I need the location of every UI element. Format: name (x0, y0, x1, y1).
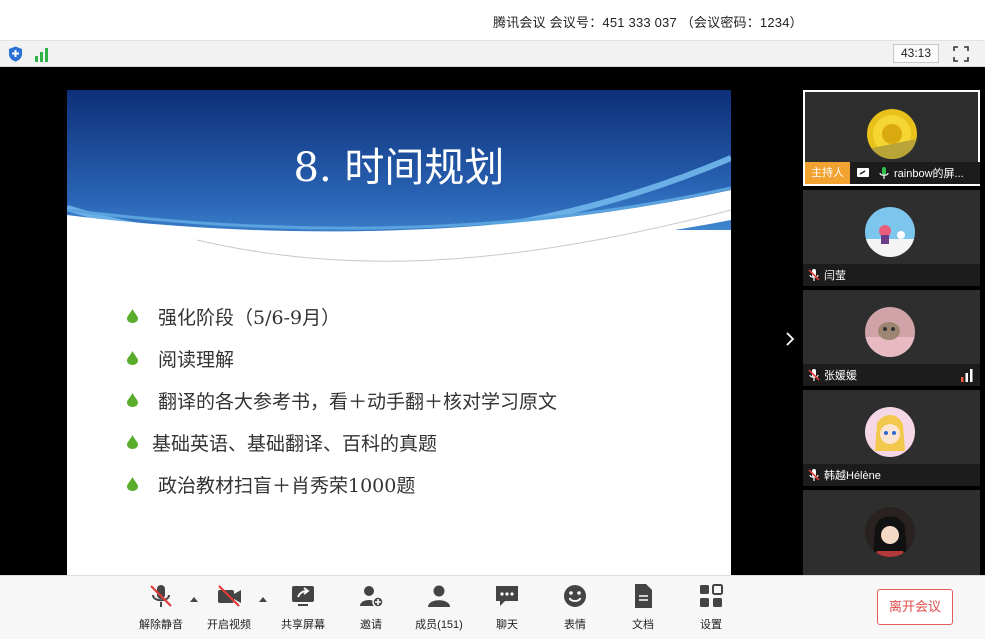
start-video-button[interactable]: 开启视频 (197, 582, 261, 632)
invite-button[interactable]: 邀请 (339, 582, 403, 632)
members-icon (428, 585, 450, 607)
slide-bullet-list: 强化阶段（5/6-9月） 阅读理解 翻译的各大参考书，看＋动手翻＋核对学习原文 … (127, 295, 557, 505)
microphone-muted-icon (150, 585, 172, 607)
avatar (865, 207, 915, 257)
main-stage: 8. 时间规划 强化阶段（5/6-9月） 阅读理解 翻译的各大参考书，看＋动手翻… (0, 67, 985, 575)
bullet-drop-icon (127, 435, 138, 449)
bullet-drop-icon (127, 309, 138, 323)
docs-button[interactable]: 文档 (611, 582, 675, 632)
members-label: 成员(151) (415, 619, 463, 631)
unmute-button[interactable]: 解除静音 (129, 582, 193, 632)
avatar (865, 407, 915, 457)
share-screen-button[interactable]: 共享屏幕 (271, 582, 335, 632)
network-quality-icon (961, 369, 973, 382)
share-screen-icon (292, 586, 314, 606)
reactions-button[interactable]: 表情 (543, 582, 607, 632)
chat-button[interactable]: 聊天 (475, 582, 539, 632)
chat-icon (496, 586, 518, 606)
microphone-icon (879, 167, 889, 179)
bullet-drop-icon (127, 351, 138, 365)
bullet-drop-icon (127, 477, 138, 491)
network-signal-icon[interactable] (34, 46, 52, 62)
participant-nameplate: 张媛媛 (803, 364, 980, 386)
bullet-text: 翻译的各大参考书，看＋动手翻＋核对学习原文 (158, 390, 558, 413)
slide-bullet: 阅读理解 (127, 337, 557, 379)
start-video-label: 开启视频 (207, 619, 251, 631)
participant-tile[interactable]: 张媛媛 (803, 290, 980, 386)
participant-tile[interactable]: 主持人 rainbow的屏... (803, 90, 980, 186)
bullet-text: 政治教材扫盲＋肖秀荣1000题 (158, 474, 416, 497)
document-icon (635, 584, 652, 608)
avatar (865, 307, 915, 357)
participant-nameplate: 闫莹 (803, 264, 980, 286)
reactions-label: 表情 (564, 619, 586, 631)
shared-slide: 8. 时间规划 强化阶段（5/6-9月） 阅读理解 翻译的各大参考书，看＋动手翻… (67, 90, 731, 575)
participant-panel[interactable]: 主持人 rainbow的屏... 闫莹 张媛媛 韩越Hélène (803, 90, 980, 575)
bullet-text: 强化阶段（5/6-9月） (158, 306, 341, 329)
participant-nameplate: 主持人 rainbow的屏... (805, 162, 980, 184)
bullet-text: 基础英语、基础翻译、百科的真题 (152, 432, 438, 455)
slide-title: 8. 时间规划 (293, 145, 505, 191)
slide-bullet: 翻译的各大参考书，看＋动手翻＋核对学习原文 (127, 379, 557, 421)
avatar (865, 507, 915, 557)
settings-label: 设置 (700, 619, 722, 631)
settings-button[interactable]: 设置 (679, 582, 743, 632)
chevron-right-icon[interactable] (783, 330, 797, 348)
host-badge: 主持人 (805, 162, 850, 184)
meeting-toolbar: 解除静音 开启视频 共享屏幕 邀请 成员(151) 聊天 表情 文档 设置 离开… (0, 575, 985, 639)
bullet-text: 阅读理解 (158, 348, 235, 371)
slide-bullet: 政治教材扫盲＋肖秀荣1000题 (127, 463, 557, 505)
meeting-timer: 43:13 (893, 44, 939, 63)
title-bar: 腾讯会议 会议号：451 333 037 （会议密码：1234） (0, 0, 985, 41)
smiley-icon (564, 585, 586, 607)
chat-label: 聊天 (496, 619, 518, 631)
slide-bullet: 基础英语、基础翻译、百科的真题 (127, 421, 557, 463)
fullscreen-icon[interactable] (953, 46, 969, 62)
invite-label: 邀请 (360, 619, 382, 631)
participant-tile[interactable] (803, 490, 980, 575)
participant-nameplate: 韩越Hélène (803, 464, 980, 486)
screen-share-icon (857, 168, 869, 177)
avatar (867, 109, 917, 159)
grid-settings-icon (700, 584, 723, 607)
participant-tile[interactable]: 韩越Hélène (803, 390, 980, 486)
video-off-icon (218, 585, 241, 607)
security-shield-icon[interactable] (8, 46, 23, 62)
status-bar: 43:13 (0, 41, 985, 67)
participant-tile[interactable]: 闫莹 (803, 190, 980, 286)
participant-name: rainbow的屏... (894, 168, 964, 180)
bullet-drop-icon (127, 393, 138, 407)
participant-name: 韩越Hélène (824, 470, 881, 482)
microphone-muted-icon (808, 469, 820, 481)
unmute-label: 解除静音 (139, 619, 183, 631)
microphone-muted-icon (808, 269, 820, 281)
docs-label: 文档 (632, 619, 654, 631)
caret-up-icon[interactable] (258, 595, 268, 603)
participant-name: 闫莹 (824, 270, 846, 282)
participant-name: 张媛媛 (824, 370, 857, 382)
add-user-icon (360, 586, 384, 608)
leave-meeting-button[interactable]: 离开会议 (877, 589, 953, 625)
members-button[interactable]: 成员(151) (407, 582, 471, 632)
microphone-muted-icon (808, 369, 820, 381)
share-screen-label: 共享屏幕 (281, 619, 325, 631)
slide-bullet: 强化阶段（5/6-9月） (127, 295, 557, 337)
meeting-title: 腾讯会议 会议号：451 333 037 （会议密码：1234） (493, 15, 803, 30)
